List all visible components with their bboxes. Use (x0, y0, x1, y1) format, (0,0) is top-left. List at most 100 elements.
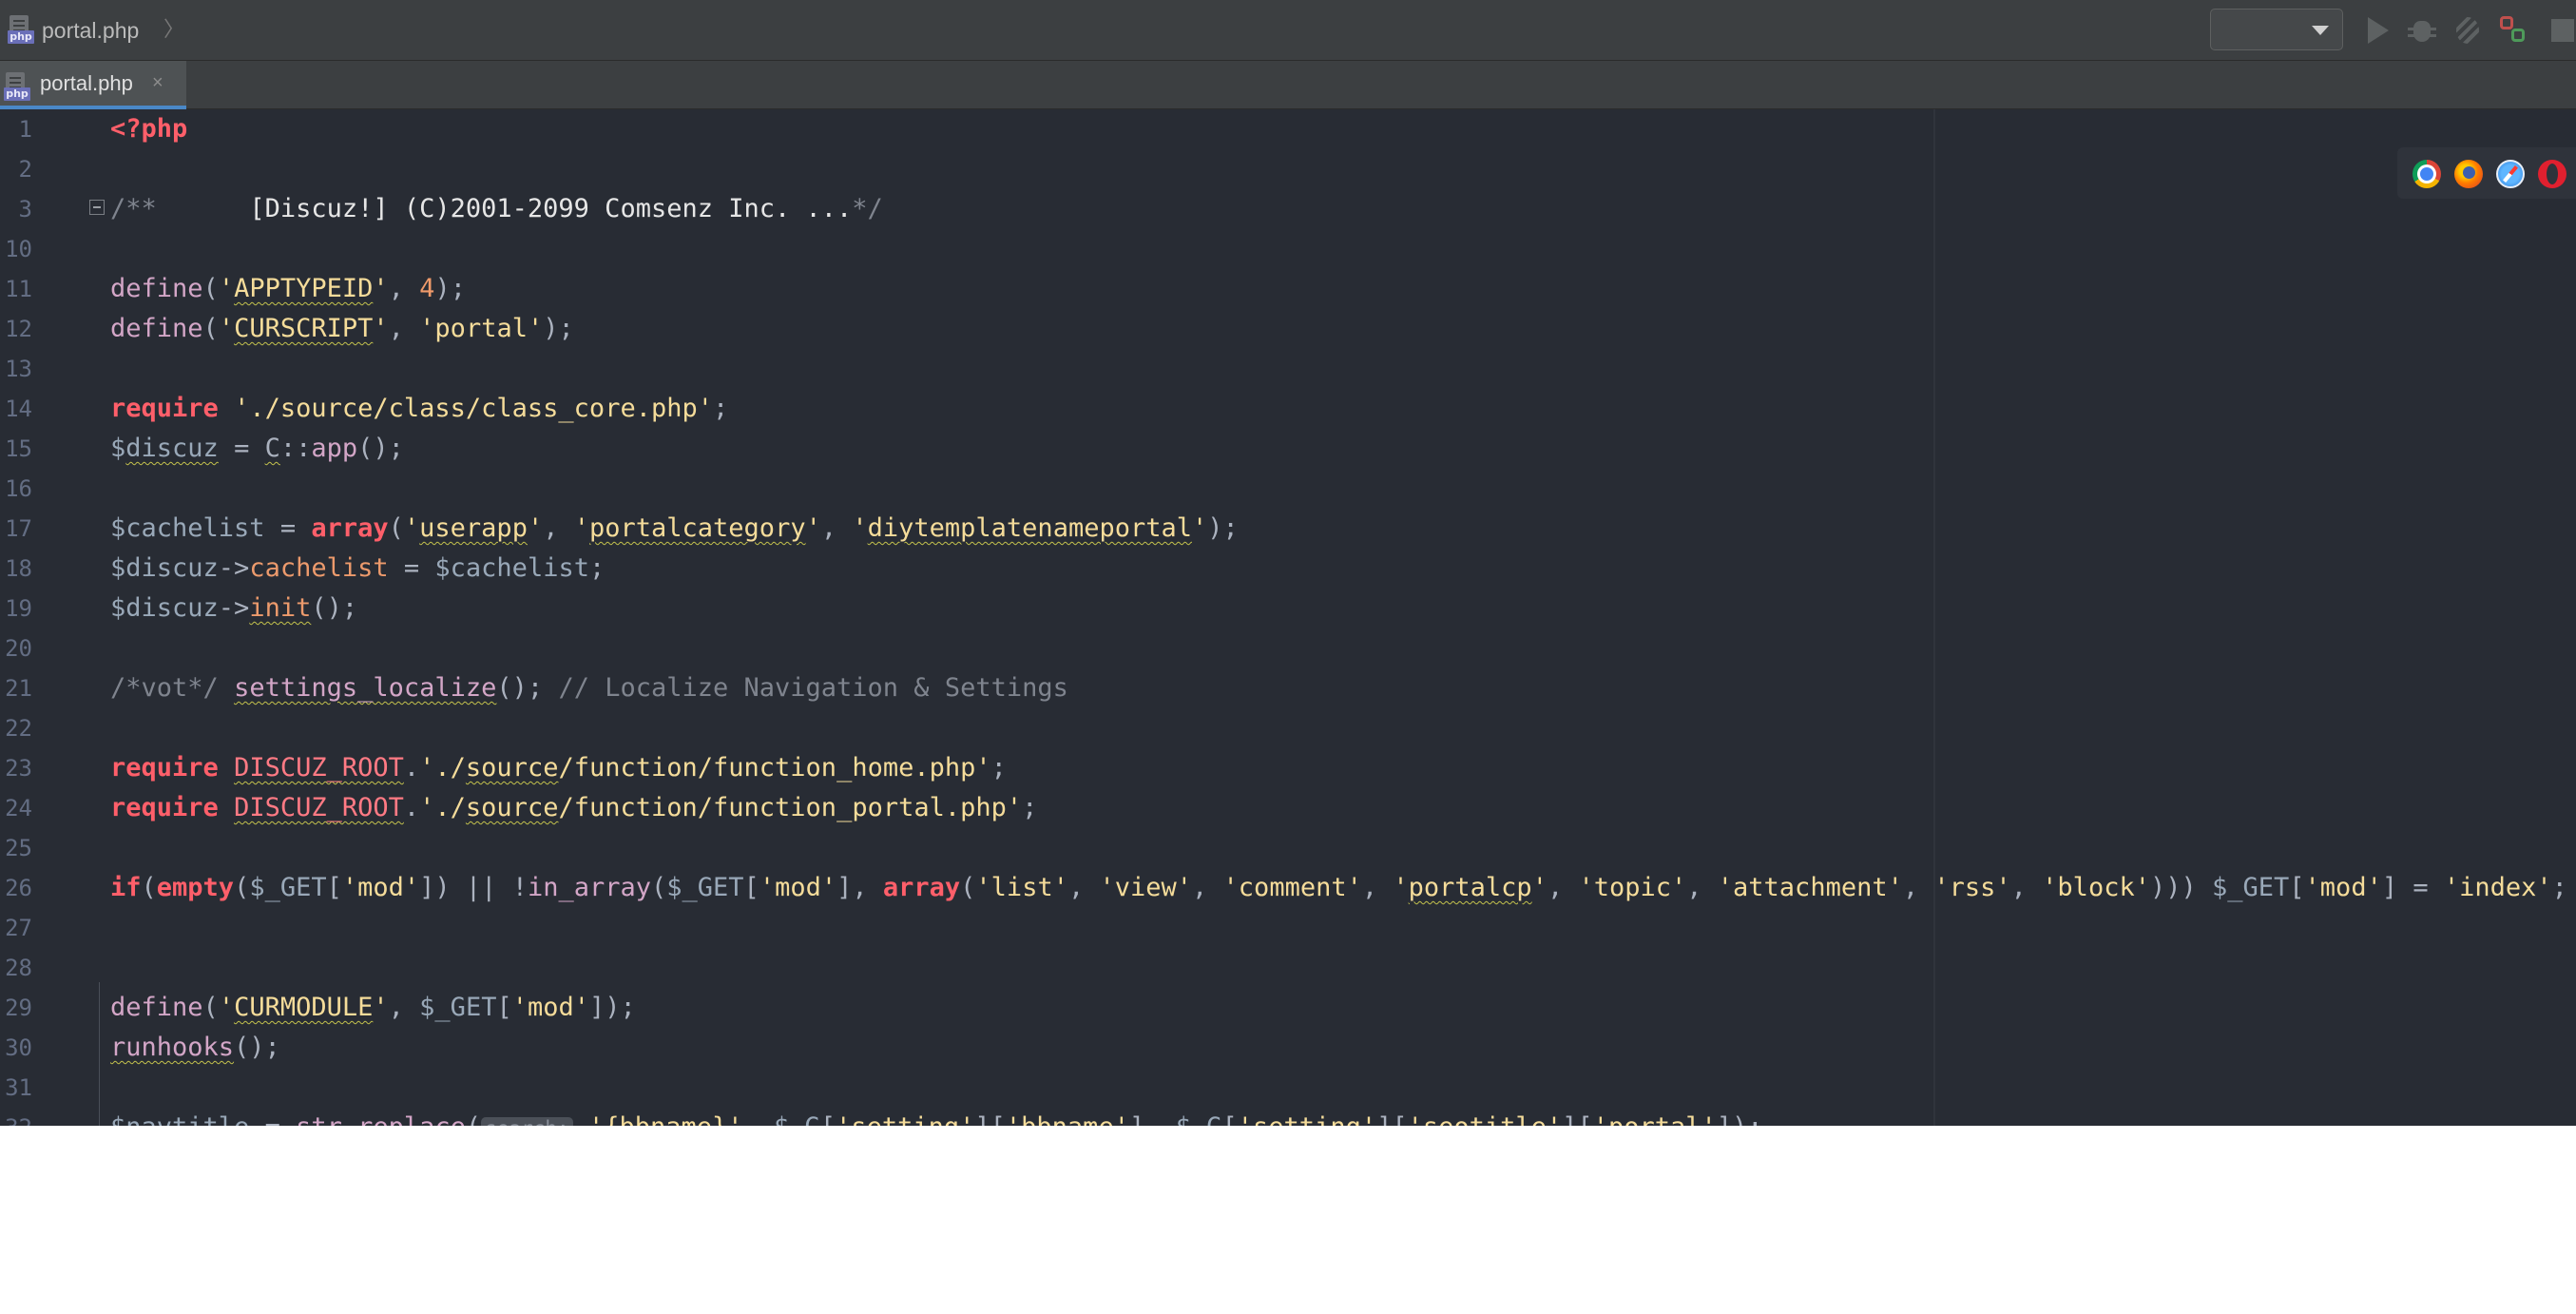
debug-icon[interactable] (2405, 13, 2439, 48)
code-token: 'mod' (2304, 873, 2382, 902)
code-token: 'mod' (759, 873, 837, 902)
code-line[interactable]: 13 (0, 349, 2576, 389)
code-line[interactable]: 3 /** [Discuz!] (C)2001-2099 Comsenz Inc.… (0, 189, 2576, 229)
code-token: 'comment' (1222, 873, 1362, 902)
code-line[interactable]: 2 (0, 149, 2576, 189)
opera-icon[interactable] (2538, 160, 2566, 188)
code-token: discuz (125, 434, 219, 463)
code-token: = (388, 553, 435, 583)
code-token: [ (326, 873, 342, 902)
safari-icon[interactable] (2496, 160, 2525, 188)
code-token: [ (2289, 873, 2305, 902)
code-token: $_GET (249, 873, 327, 902)
code-line[interactable]: 19 $discuz->init(); (0, 589, 2576, 628)
code-token: -> (218, 553, 250, 583)
code-token: $ (110, 434, 126, 463)
code-token: DISCUZ_ROOT (234, 793, 404, 822)
code-editor[interactable]: 1 <?php 2 3/** [Discuz!] (C)2001-2099 Comse… (0, 109, 2576, 1126)
code-token: ' (573, 513, 589, 543)
code-line[interactable]: 11 define('APPTYPEID', 4); (0, 269, 2576, 309)
code-token: , (1067, 873, 1100, 902)
code-line[interactable]: 31 (0, 1068, 2576, 1108)
code-token: ); (434, 274, 466, 303)
code-token: ][ (1562, 1112, 1593, 1126)
code-line[interactable]: 17 $cachelist = array('userapp', 'portalc… (0, 509, 2576, 549)
code-token: ' (852, 513, 868, 543)
tab-label: portal.php (40, 71, 133, 95)
line-number: 30 (5, 1034, 32, 1061)
code-line[interactable]: 18 $discuz->cachelist = $cachelist; (0, 549, 2576, 589)
firefox-icon[interactable] (2454, 160, 2483, 188)
code-token: require (110, 394, 219, 423)
code-line[interactable]: 10 (0, 229, 2576, 269)
tab-portal-php[interactable]: php portal.php × (0, 61, 186, 109)
navigation-bar: php portal.php 〉 (0, 0, 2576, 61)
line-number: 12 (5, 316, 32, 342)
line-number: 2 (18, 156, 32, 183)
code-token: ( (234, 873, 250, 902)
code-token: require (110, 793, 219, 822)
code-line[interactable]: 32 $navtitle = str_replace(search: '{bbna… (0, 1108, 2576, 1126)
code-line[interactable]: 30 runhooks(); (0, 1028, 2576, 1068)
line-number: 3 (18, 196, 32, 222)
code-text: define('APPTYPEID', 4); (110, 269, 466, 309)
profile-icon[interactable] (2451, 13, 2485, 48)
code-token: [ (820, 1112, 836, 1126)
code-line[interactable]: 1 <?php (0, 109, 2576, 149)
code-text: $discuz->cachelist = $cachelist; (110, 549, 605, 589)
code-token: ); (543, 314, 574, 343)
code-text: $cachelist = array('userapp', 'portalcat… (110, 509, 1239, 549)
code-line[interactable]: 15 $discuz = C::app(); (0, 429, 2576, 469)
line-number: 31 (5, 1074, 32, 1101)
code-token: */ (852, 194, 883, 223)
code-text: $discuz = C::app(); (110, 429, 404, 469)
php-file-icon-tag: php (4, 87, 30, 101)
code-text: $discuz->init(); (110, 589, 357, 628)
code-token: source (465, 753, 559, 783)
code-token: ][ (974, 1112, 1006, 1126)
chrome-icon[interactable] (2413, 160, 2441, 188)
code-token: [ (1222, 1112, 1238, 1126)
code-token: array (882, 873, 961, 902)
run-icon[interactable] (2359, 13, 2393, 48)
coverage-icon[interactable] (2496, 13, 2530, 48)
code-token: 'seotitle' (1408, 1112, 1563, 1126)
code-line[interactable]: 27 (0, 908, 2576, 948)
code-token: source (465, 793, 559, 822)
code-token: ; (2551, 873, 2567, 902)
run-config-dropdown[interactable] (2210, 9, 2343, 50)
code-token: /** (110, 194, 157, 223)
code-line[interactable]: 20 (0, 628, 2576, 668)
code-token: ' (373, 274, 389, 303)
code-token: $_GET (419, 993, 497, 1022)
code-token: if (110, 873, 142, 902)
code-line[interactable]: 26 if(empty($_GET['mod']) || !in_array($_… (0, 868, 2576, 908)
breadcrumb-file[interactable]: portal.php (42, 0, 139, 61)
code-line[interactable]: 22 (0, 708, 2576, 748)
code-token: (); (234, 1033, 280, 1062)
line-number: 29 (5, 995, 32, 1021)
code-line[interactable]: 12 define('CURSCRIPT', 'portal'); (0, 309, 2576, 349)
line-number: 14 (5, 396, 32, 422)
code-line[interactable]: 16 (0, 469, 2576, 509)
code-token: CURMODULE (234, 993, 374, 1022)
code-token: 'mod' (341, 873, 420, 902)
code-token: 'setting' (836, 1112, 974, 1126)
code-line[interactable]: 14 require './source/class/class_core.php… (0, 389, 2576, 429)
code-token: ( (202, 274, 219, 303)
code-line[interactable]: 25 (0, 828, 2576, 868)
code-token: [ (496, 993, 512, 1022)
code-token: ' (1531, 873, 1548, 902)
code-token: $_GET (2212, 873, 2290, 902)
code-token: init (249, 593, 312, 623)
code-line[interactable]: 21 /*vot*/ settings_localize(); // Locali… (0, 668, 2576, 708)
code-line[interactable]: 29 define('CURMODULE', $_GET['mod']); (0, 988, 2576, 1028)
code-token: portalcategory (589, 513, 806, 543)
close-icon[interactable]: × (152, 61, 163, 106)
chevron-down-icon (2312, 26, 2329, 35)
code-line[interactable]: 23 require DISCUZ_ROOT.'./source/function… (0, 748, 2576, 788)
code-line[interactable]: 24 require DISCUZ_ROOT.'./source/function… (0, 788, 2576, 828)
stop-icon[interactable] (2547, 13, 2576, 48)
code-line[interactable]: 28 (0, 948, 2576, 988)
code-token: ))) (2149, 873, 2212, 902)
